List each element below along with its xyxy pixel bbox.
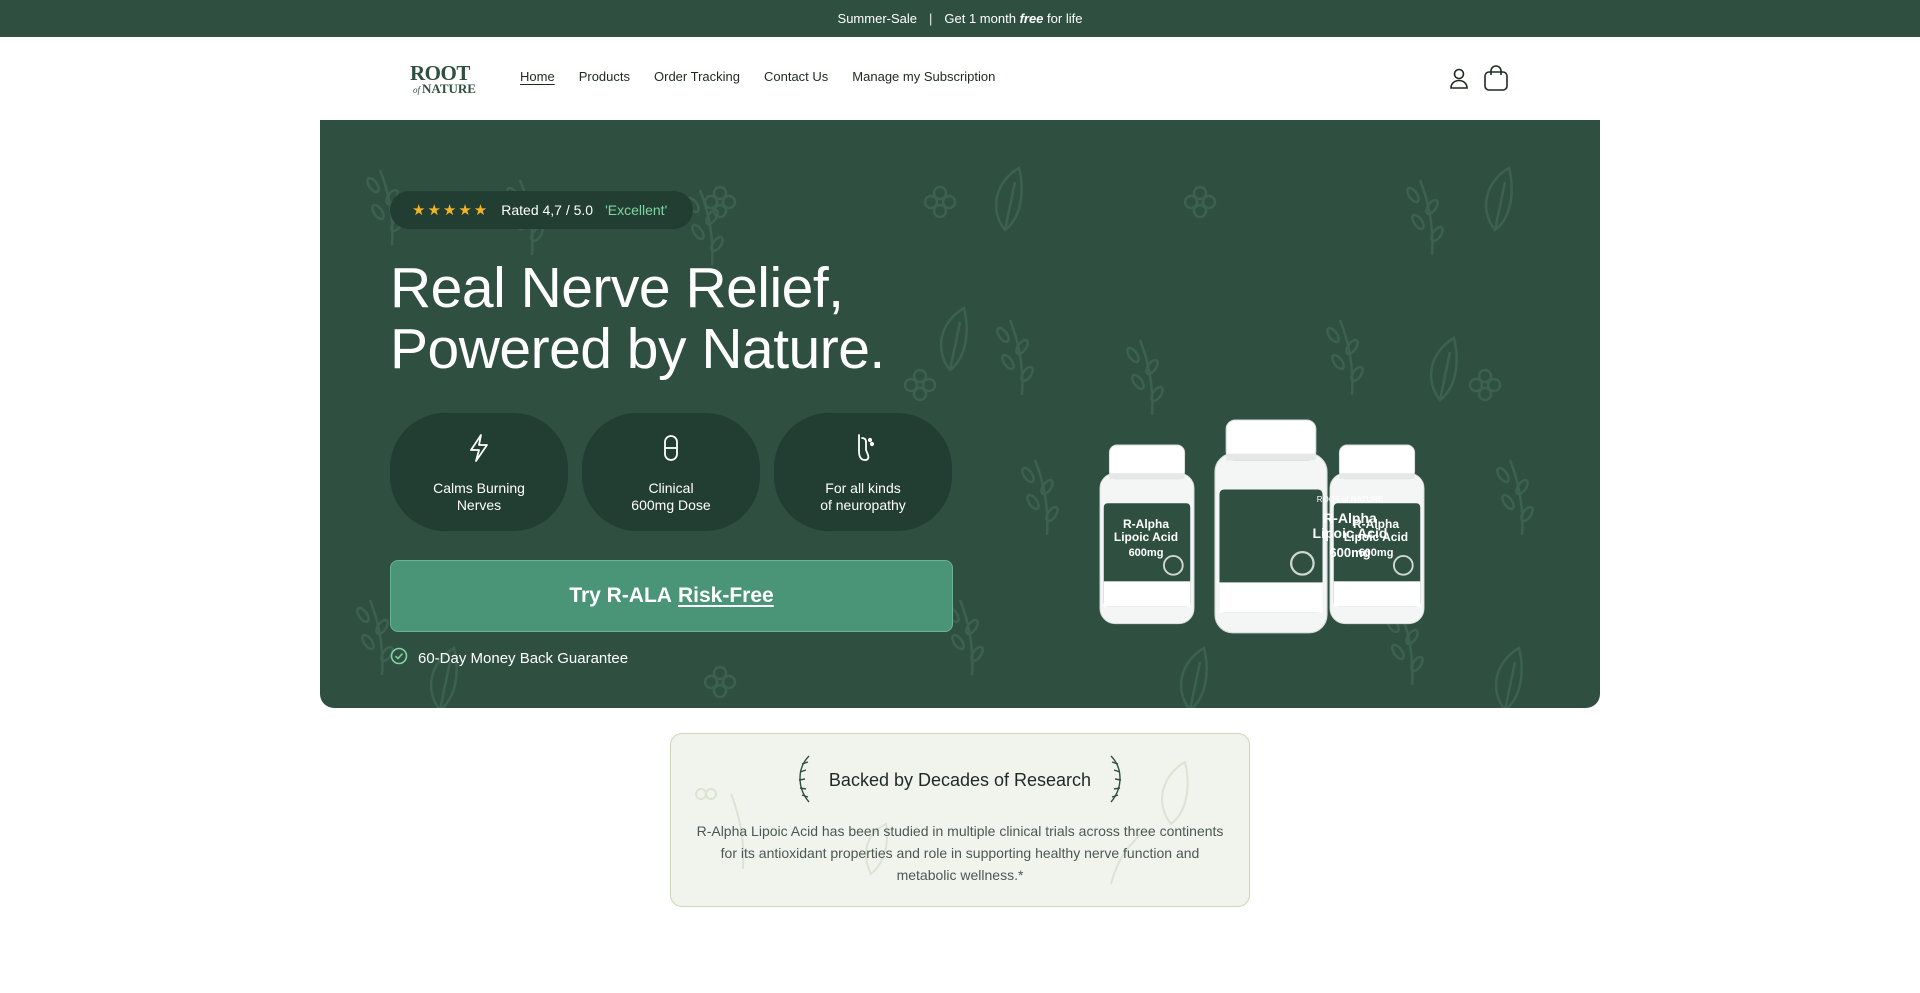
- hero-headline: Real Nerve Relief, Powered by Nature.: [390, 258, 950, 380]
- rating-badge: ★★★★★ Rated 4,7 / 5.0 'Excellent': [390, 191, 693, 229]
- feature-text: For all kinds of neuropathy: [774, 480, 952, 514]
- logo-of: of: [413, 85, 421, 95]
- feature-line-1: For all kinds: [825, 480, 901, 496]
- account-icon[interactable]: [1449, 67, 1469, 94]
- nav-manage-subscription[interactable]: Manage my Subscription: [852, 69, 995, 84]
- lightning-icon: [464, 433, 494, 463]
- feature-calms-burning: Calms Burning Nerves: [390, 413, 568, 531]
- nav-products[interactable]: Products: [579, 69, 630, 84]
- feature-text: Calms Burning Nerves: [390, 480, 568, 514]
- rating-quality: 'Excellent': [605, 202, 668, 218]
- foot-icon: [848, 433, 878, 463]
- bottle-label-right: R-Alpha Lipoic Acid 600mg: [1333, 518, 1419, 560]
- feature-line-2: of neuropathy: [820, 497, 906, 513]
- bottle-brand: ROOT of NATURE: [1316, 495, 1384, 504]
- feature-line-1: Clinical: [648, 480, 694, 496]
- logo-nature: of NATURE: [410, 82, 482, 95]
- offer-emphasis: free: [1019, 11, 1044, 26]
- research-card: Backed by Decades of Research R-Alpha Li…: [670, 733, 1250, 907]
- announcement-separator: |: [929, 11, 933, 26]
- feature-all-neuropathy: For all kinds of neuropathy: [774, 413, 952, 531]
- feature-line-2: 600mg Dose: [631, 497, 711, 513]
- bottle-label-left: R-Alpha Lipoic Acid 600mg: [1103, 518, 1189, 560]
- research-title: Backed by Decades of Research: [828, 770, 1092, 790]
- bottle-dose: 600mg: [1128, 547, 1164, 559]
- capsule-icon: [656, 433, 686, 463]
- header-actions: [1449, 64, 1509, 97]
- brand-logo[interactable]: ROOT of NATURE: [410, 63, 482, 96]
- bottle-name-2: Lipoic Acid: [1113, 530, 1179, 544]
- check-circle-icon: [390, 647, 408, 669]
- bottle-dose: 600mg: [1358, 547, 1394, 559]
- announcement-sale: Summer-Sale: [837, 11, 917, 26]
- nav-order-tracking[interactable]: Order Tracking: [654, 69, 740, 84]
- rating-text: Rated 4,7 / 5.0: [501, 202, 594, 218]
- feature-line-2: Nerves: [456, 497, 502, 513]
- cta-label: Try R-ALA: [569, 584, 672, 607]
- research-body: R-Alpha Lipoic Acid has been studied in …: [696, 823, 1224, 883]
- try-risk-free-button[interactable]: Try R-ALA Risk-Free: [390, 560, 953, 632]
- cart-icon[interactable]: [1483, 64, 1509, 97]
- cta-underlined: Risk-Free: [677, 584, 774, 607]
- announcement-bar: Summer-Sale | Get 1 month free for life: [0, 0, 1920, 37]
- nav-home[interactable]: Home: [520, 69, 555, 84]
- hero-section: ★★★★★ Rated 4,7 / 5.0 'Excellent' Real N…: [320, 120, 1600, 708]
- site-header: ROOT of NATURE Home Products Order Tracki…: [0, 37, 1920, 120]
- nav-contact-us[interactable]: Contact Us: [764, 69, 828, 84]
- offer-suffix: for life: [1047, 11, 1083, 26]
- feature-text: Clinical 600mg Dose: [582, 480, 760, 514]
- offer-prefix: Get 1 month: [944, 11, 1016, 26]
- money-back-guarantee: 60-Day Money Back Guarantee: [390, 647, 628, 669]
- headline-line-2: Powered by Nature.: [390, 317, 885, 381]
- feature-line-1: Calms Burning: [433, 480, 525, 496]
- headline-line-1: Real Nerve Relief,: [390, 256, 844, 320]
- logo-nature-text: NATURE: [422, 81, 476, 96]
- feature-clinical-dose: Clinical 600mg Dose: [582, 413, 760, 531]
- main-nav: Home Products Order Tracking Contact Us …: [520, 69, 995, 84]
- guarantee-text: 60-Day Money Back Guarantee: [418, 649, 629, 667]
- star-rating-icons: ★★★★★: [412, 202, 490, 219]
- announcement-offer: Get 1 month free for life: [944, 11, 1082, 26]
- bottle-name-2: Lipoic Acid: [1343, 530, 1409, 544]
